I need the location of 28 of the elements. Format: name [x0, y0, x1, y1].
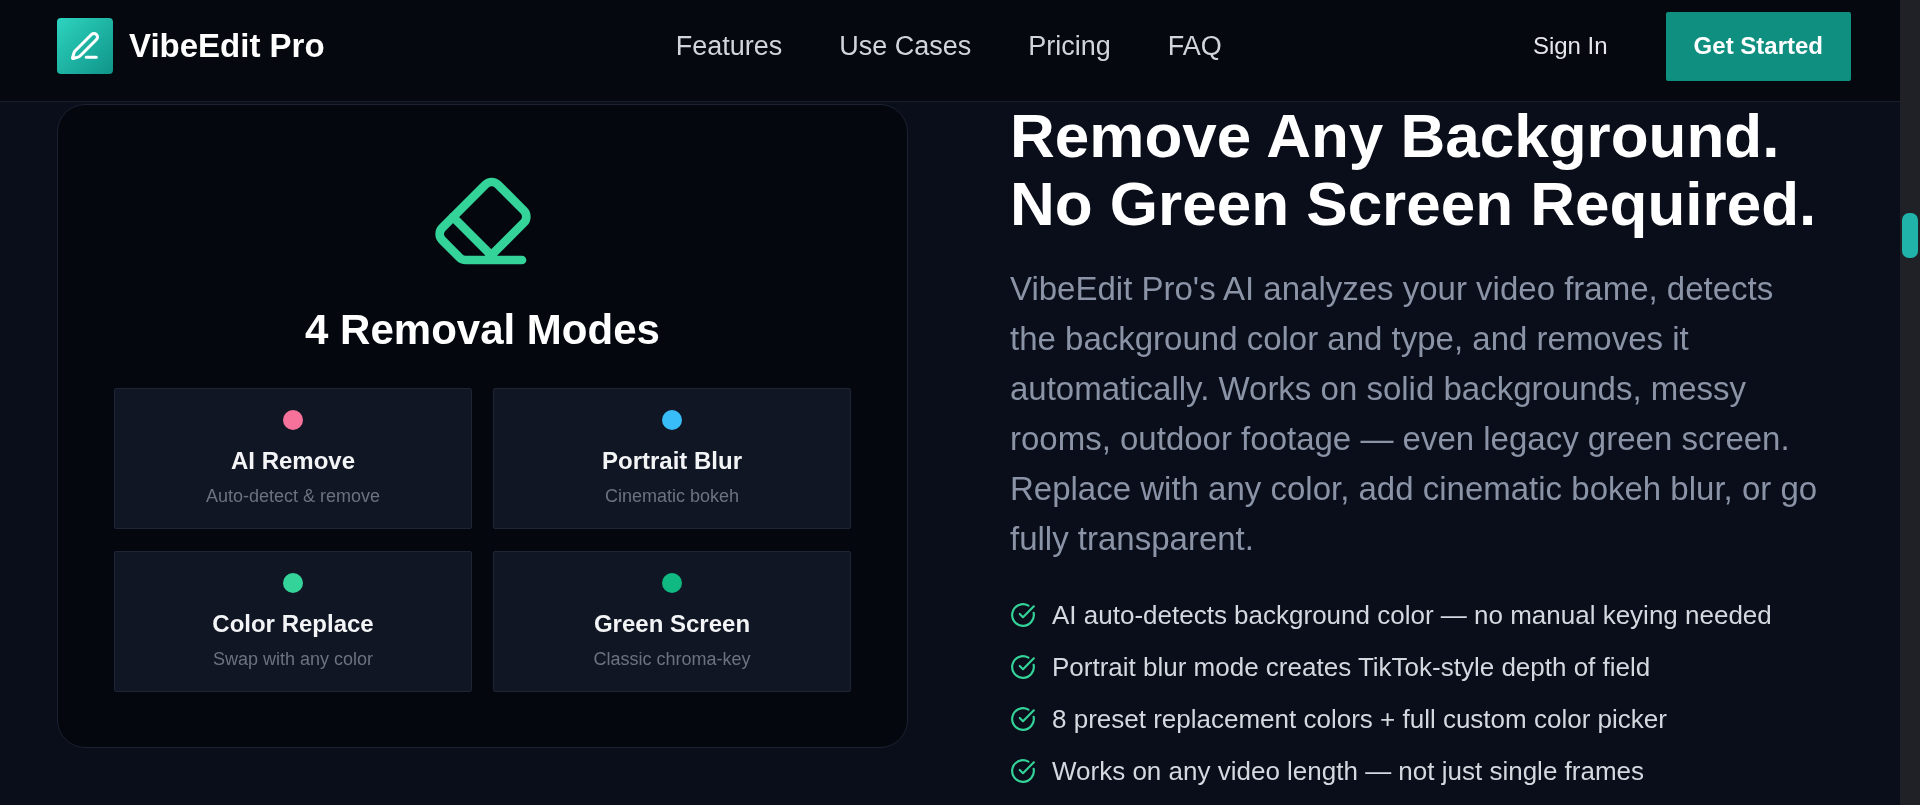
nav-link[interactable]: FAQ	[1167, 30, 1222, 62]
mode-description: Classic chroma-key	[593, 648, 751, 671]
pen-icon[interactable]	[57, 18, 113, 74]
nav-link[interactable]: Pricing	[1028, 30, 1111, 62]
mode-title: AI Remove	[230, 446, 355, 476]
check-icon	[1010, 654, 1036, 680]
hero-description: VibeEdit Pro's AI analyzes your video frame, detects the background color and type, and removes it automatically. Works on solid backgrounds, messy rooms, outdoor footage — even legacy green screen. Replace with any color, add cinematic bokeh blur, or go fully transparent.	[1010, 269, 1819, 559]
card-title: 4 Removal Modes	[305, 305, 660, 355]
check-icon	[1010, 602, 1036, 628]
feature-text: Portrait blur mode creates TikTok-style depth of field	[1052, 651, 1651, 683]
hero-heading: Remove Any Background. No Green Screen Required.	[1010, 102, 1818, 238]
mode-title: Color Replace	[212, 609, 374, 639]
check-icon	[1010, 758, 1036, 784]
mode-description: Cinematic bokeh	[604, 485, 740, 508]
mode-description: Swap with any color	[212, 648, 374, 671]
mode-description: Auto-detect & remove	[205, 485, 381, 508]
nav-link[interactable]: Use Cases	[839, 30, 972, 62]
feature-text: Works on any video length — not just single frames	[1052, 755, 1645, 787]
mode-title: Portrait Blur	[602, 446, 742, 476]
get-started-button[interactable]: Get Started	[1665, 11, 1851, 81]
check-icon	[1010, 706, 1036, 732]
feature-text: AI auto-detects background color — no manual keying needed	[1052, 599, 1772, 631]
brand-name[interactable]: VibeEdit Pro	[129, 27, 325, 65]
scrollbar-thumb[interactable]	[1902, 213, 1918, 258]
feature-text: 8 preset replacement colors + full custom color picker	[1052, 703, 1667, 735]
mode-title: Green Screen	[593, 609, 751, 639]
nav-link[interactable]: Features	[675, 30, 783, 62]
sign-in-link[interactable]: Sign In	[1532, 32, 1608, 60]
